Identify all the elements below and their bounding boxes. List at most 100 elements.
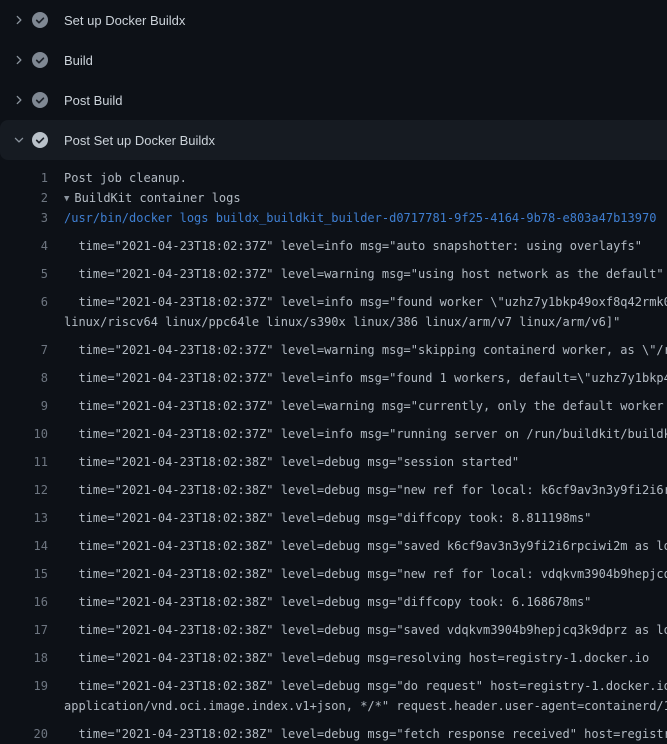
log-line-row: time="2021-04-23T18:02:38Z" level=debug …: [64, 620, 667, 640]
log-line: 8 time="2021-04-23T18:02:37Z" level=info…: [0, 360, 667, 388]
log-line-content: time="2021-04-23T18:02:37Z" level=info m…: [64, 368, 667, 388]
step-row[interactable]: Post Set up Docker Buildx: [0, 120, 667, 160]
log-line-row: time="2021-04-23T18:02:37Z" level=warnin…: [64, 396, 667, 416]
log-line-content: time="2021-04-23T18:02:38Z" level=debug …: [64, 508, 591, 528]
log-line-number[interactable]: 3: [0, 208, 48, 228]
group-expanded-triangle-icon[interactable]: ▼: [64, 189, 69, 209]
log-line-row: time="2021-04-23T18:02:37Z" level=info m…: [64, 292, 667, 312]
log-line: 4 time="2021-04-23T18:02:37Z" level=info…: [0, 228, 667, 256]
log-line-number[interactable]: 14: [0, 536, 48, 556]
log-line-number[interactable]: 17: [0, 620, 48, 640]
log-line-text: time="2021-04-23T18:02:38Z" level=debug …: [64, 483, 667, 497]
log-line-row: time="2021-04-23T18:02:37Z" level=warnin…: [64, 340, 667, 360]
log-line-wrap-row: application/vnd.oci.image.index.v1+json,…: [64, 696, 667, 716]
chevron-down-icon[interactable]: [12, 134, 26, 146]
log-line-row: time="2021-04-23T18:02:38Z" level=debug …: [64, 648, 649, 668]
log-line-row: time="2021-04-23T18:02:37Z" level=info m…: [64, 424, 667, 444]
log-line-number[interactable]: 13: [0, 508, 48, 528]
log-line-content: time="2021-04-23T18:02:37Z" level=warnin…: [64, 264, 664, 284]
check-circle-icon: [32, 132, 48, 148]
check-circle-icon: [32, 52, 48, 68]
log-line-row: time="2021-04-23T18:02:37Z" level=info m…: [64, 236, 642, 256]
log-line-text: time="2021-04-23T18:02:38Z" level=debug …: [64, 539, 667, 553]
log-line-row: time="2021-04-23T18:02:38Z" level=debug …: [64, 724, 667, 744]
chevron-right-icon[interactable]: [12, 14, 26, 26]
log-line-row: time="2021-04-23T18:02:37Z" level=info m…: [64, 368, 667, 388]
log-line: 1 Post job cleanup.: [0, 168, 667, 188]
log-line-text: time="2021-04-23T18:02:38Z" level=debug …: [64, 727, 667, 741]
log-line-row: /usr/bin/docker logs buildx_buildkit_bui…: [64, 208, 656, 228]
step-row[interactable]: Build: [0, 40, 667, 80]
log-line-text: time="2021-04-23T18:02:37Z" level=warnin…: [64, 399, 667, 413]
log-line: 2 ▼ BuildKit container logs: [0, 188, 667, 208]
log-area: 1 Post job cleanup. 2 ▼ BuildKit containe…: [0, 160, 667, 744]
log-line: 18 time="2021-04-23T18:02:38Z" level=deb…: [0, 640, 667, 668]
log-line: 10 time="2021-04-23T18:02:37Z" level=inf…: [0, 416, 667, 444]
log-line-text: Post job cleanup.: [64, 171, 187, 185]
log-line-number[interactable]: 11: [0, 452, 48, 472]
log-line: 13 time="2021-04-23T18:02:38Z" level=deb…: [0, 500, 667, 528]
log-line-number[interactable]: 8: [0, 368, 48, 388]
log-line-content: ▼ BuildKit container logs: [64, 188, 241, 208]
log-line: 15 time="2021-04-23T18:02:38Z" level=deb…: [0, 556, 667, 584]
log-line-text[interactable]: BuildKit container logs: [74, 191, 240, 205]
log-line: 7 time="2021-04-23T18:02:37Z" level=warn…: [0, 332, 667, 360]
log-line-row: ▼ BuildKit container logs: [64, 188, 241, 208]
log-line-content: Post job cleanup.: [64, 168, 187, 188]
log-line-number[interactable]: 2: [0, 188, 48, 208]
log-line-number[interactable]: 10: [0, 424, 48, 444]
log-line-number[interactable]: 7: [0, 340, 48, 360]
actions-log-viewer: Set up Docker Buildx Build P: [0, 0, 667, 744]
log-line-text: time="2021-04-23T18:02:37Z" level=info m…: [64, 239, 642, 253]
log-line-row: Post job cleanup.: [64, 168, 187, 188]
step-label: Build: [64, 53, 93, 68]
log-line-text: time="2021-04-23T18:02:37Z" level=warnin…: [64, 267, 664, 281]
log-line-content: time="2021-04-23T18:02:38Z" level=debug …: [64, 592, 591, 612]
log-line-content: time="2021-04-23T18:02:38Z" level=debug …: [64, 564, 667, 584]
log-line-number[interactable]: 4: [0, 236, 48, 256]
log-line: 16 time="2021-04-23T18:02:38Z" level=deb…: [0, 584, 667, 612]
log-line-content: time="2021-04-23T18:02:37Z" level=warnin…: [64, 396, 667, 416]
log-line-content: /usr/bin/docker logs buildx_buildkit_bui…: [64, 208, 656, 228]
log-line-number[interactable]: 18: [0, 648, 48, 668]
log-line: 3 /usr/bin/docker logs buildx_buildkit_b…: [0, 208, 667, 228]
log-line-text: time="2021-04-23T18:02:38Z" level=debug …: [64, 623, 667, 637]
log-line-text: time="2021-04-23T18:02:38Z" level=debug …: [64, 679, 667, 693]
log-line-number[interactable]: 6: [0, 292, 48, 312]
log-line: 12 time="2021-04-23T18:02:38Z" level=deb…: [0, 472, 667, 500]
log-line-text: time="2021-04-23T18:02:38Z" level=debug …: [64, 567, 667, 581]
log-line-row: time="2021-04-23T18:02:38Z" level=debug …: [64, 592, 591, 612]
log-line-row: time="2021-04-23T18:02:38Z" level=debug …: [64, 676, 667, 696]
log-line: 14 time="2021-04-23T18:02:38Z" level=deb…: [0, 528, 667, 556]
step-row[interactable]: Post Build: [0, 80, 667, 120]
log-line-row: time="2021-04-23T18:02:38Z" level=debug …: [64, 536, 667, 556]
log-line-content: time="2021-04-23T18:02:38Z" level=debug …: [64, 648, 649, 668]
check-circle-icon: [32, 92, 48, 108]
log-line: 20 time="2021-04-23T18:02:38Z" level=deb…: [0, 716, 667, 744]
log-line-text: time="2021-04-23T18:02:38Z" level=debug …: [64, 511, 591, 525]
log-line-row: time="2021-04-23T18:02:38Z" level=debug …: [64, 564, 667, 584]
step-label: Post Build: [64, 93, 123, 108]
log-line-row: time="2021-04-23T18:02:38Z" level=debug …: [64, 508, 591, 528]
log-line-number[interactable]: 1: [0, 168, 48, 188]
log-line-number[interactable]: 15: [0, 564, 48, 584]
log-line: 5 time="2021-04-23T18:02:37Z" level=warn…: [0, 256, 667, 284]
step-row[interactable]: Set up Docker Buildx: [0, 0, 667, 40]
log-line-number[interactable]: 20: [0, 724, 48, 744]
log-line-number[interactable]: 5: [0, 264, 48, 284]
log-line-content: time="2021-04-23T18:02:38Z" level=debug …: [64, 452, 519, 472]
log-line-text: time="2021-04-23T18:02:37Z" level=warnin…: [64, 343, 667, 357]
log-line-text: time="2021-04-23T18:02:37Z" level=info m…: [64, 295, 667, 309]
log-line-number[interactable]: 16: [0, 592, 48, 612]
log-line-number[interactable]: 12: [0, 480, 48, 500]
log-line-number[interactable]: 19: [0, 676, 48, 696]
log-line-text: time="2021-04-23T18:02:38Z" level=debug …: [64, 455, 519, 469]
log-line-text: linux/riscv64 linux/ppc64le linux/s390x …: [64, 315, 620, 329]
log-line-row: time="2021-04-23T18:02:38Z" level=debug …: [64, 452, 519, 472]
chevron-right-icon[interactable]: [12, 94, 26, 106]
log-line-number[interactable]: 9: [0, 396, 48, 416]
log-line-content: time="2021-04-23T18:02:38Z" level=debug …: [64, 724, 667, 744]
chevron-right-icon[interactable]: [12, 54, 26, 66]
log-line: 9 time="2021-04-23T18:02:37Z" level=warn…: [0, 388, 667, 416]
log-line-text: time="2021-04-23T18:02:37Z" level=info m…: [64, 371, 667, 385]
